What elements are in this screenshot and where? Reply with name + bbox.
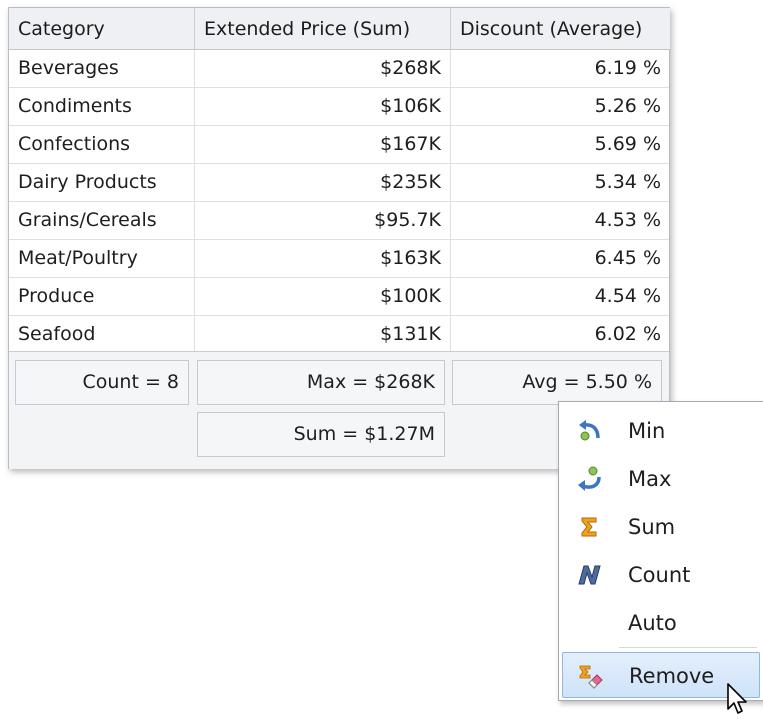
summary-count[interactable]: Count = 8 (15, 360, 189, 405)
menu-separator (619, 647, 757, 648)
cell-category[interactable]: Condiments (9, 88, 195, 125)
summary-context-menu: Min Max Sum Count Auto Remove (558, 401, 763, 701)
table-row[interactable]: Dairy Products $235K 5.34 % (9, 164, 669, 202)
cell-category[interactable]: Produce (9, 278, 195, 315)
cell-discount[interactable]: 6.02 % (451, 316, 669, 353)
cell-price[interactable]: $131K (195, 316, 451, 353)
sigma-icon (581, 517, 597, 537)
cell-discount[interactable]: 5.69 % (451, 126, 669, 163)
menu-item-label: Count (628, 563, 691, 587)
summary-max[interactable]: Max = $268K (197, 360, 445, 405)
cell-discount[interactable]: 6.45 % (451, 240, 669, 277)
min-icon (579, 420, 600, 441)
cell-price[interactable]: $167K (195, 126, 451, 163)
mouse-cursor-icon (727, 683, 747, 714)
table-row[interactable]: Confections $167K 5.69 % (9, 126, 669, 164)
cell-price[interactable]: $106K (195, 88, 451, 125)
table-row[interactable]: Condiments $106K 5.26 % (9, 88, 669, 126)
summary-sum[interactable]: Sum = $1.27M (197, 412, 445, 457)
column-header-extended-price[interactable]: Extended Price (Sum) (195, 8, 451, 50)
max-icon (578, 466, 601, 491)
summary-avg[interactable]: Avg = 5.50 % (452, 360, 662, 405)
cell-category[interactable]: Beverages (9, 50, 195, 87)
cell-price[interactable]: $163K (195, 240, 451, 277)
cell-price[interactable]: $268K (195, 50, 451, 87)
table-row[interactable]: Produce $100K 4.54 % (9, 278, 669, 316)
column-header-discount[interactable]: Discount (Average) (451, 8, 670, 50)
table-row[interactable]: Meat/Poultry $163K 6.45 % (9, 240, 669, 278)
table-row[interactable]: Seafood $131K 6.02 % (9, 316, 669, 354)
data-grid: Category Extended Price (Sum) Discount (… (8, 7, 670, 469)
cell-discount[interactable]: 5.34 % (451, 164, 669, 201)
menu-item-auto[interactable]: Auto (562, 600, 760, 646)
menu-item-label: Sum (628, 515, 676, 539)
cell-category[interactable]: Dairy Products (9, 164, 195, 201)
menu-item-min[interactable]: Min (562, 408, 760, 454)
menu-item-label: Auto (628, 611, 677, 635)
remove-icon (579, 665, 603, 689)
table-row[interactable]: Beverages $268K 6.19 % (9, 50, 669, 88)
menu-item-label: Remove (629, 664, 715, 688)
menu-item-label: Min (628, 419, 666, 443)
cell-category[interactable]: Meat/Poultry (9, 240, 195, 277)
cell-price[interactable]: $235K (195, 164, 451, 201)
menu-item-count[interactable]: Count (562, 552, 760, 598)
cell-category[interactable]: Confections (9, 126, 195, 163)
cell-discount[interactable]: 4.53 % (451, 202, 669, 239)
menu-item-label: Max (628, 467, 672, 491)
menu-item-sum[interactable]: Sum (562, 504, 760, 550)
count-icon (578, 565, 601, 585)
cell-discount[interactable]: 4.54 % (451, 278, 669, 315)
cell-price[interactable]: $95.7K (195, 202, 451, 239)
column-header-category[interactable]: Category (9, 8, 195, 50)
cell-category[interactable]: Seafood (9, 316, 195, 353)
cell-price[interactable]: $100K (195, 278, 451, 315)
cell-discount[interactable]: 6.19 % (451, 50, 669, 87)
cell-discount[interactable]: 5.26 % (451, 88, 669, 125)
menu-item-max[interactable]: Max (562, 456, 760, 502)
cell-category[interactable]: Grains/Cereals (9, 202, 195, 239)
table-row[interactable]: Grains/Cereals $95.7K 4.53 % (9, 202, 669, 240)
